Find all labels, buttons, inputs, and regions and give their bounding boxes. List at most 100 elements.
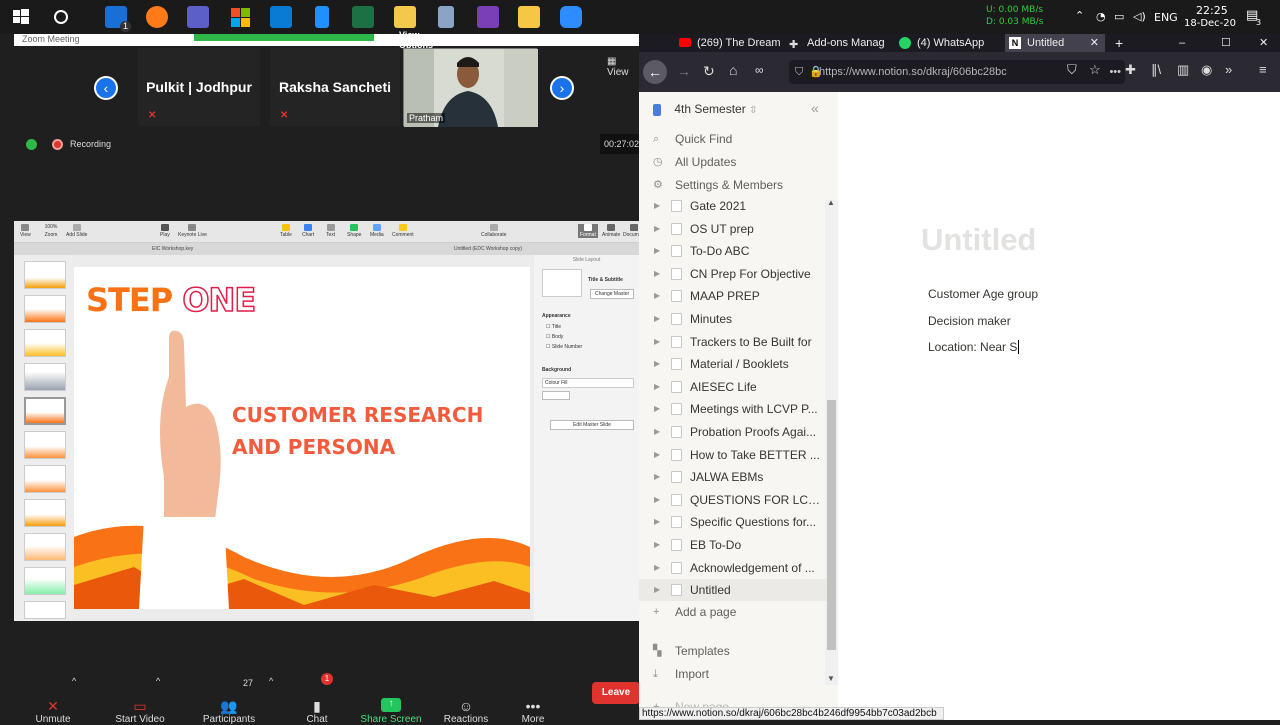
bookmark-star-icon[interactable]: ☆	[1089, 62, 1101, 78]
phone-link-icon[interactable]	[315, 6, 329, 28]
tab-youtube[interactable]: (269) The Dream	[675, 34, 785, 52]
prev-page-arrow-icon[interactable]: ‹	[94, 76, 118, 100]
onenote-icon[interactable]	[477, 6, 499, 28]
calculator-icon[interactable]	[438, 6, 454, 28]
slide-thumbnail[interactable]	[24, 431, 66, 459]
expand-triangle-icon[interactable]: ▶	[654, 489, 660, 511]
kn-media-button[interactable]: Media	[370, 224, 384, 238]
kn-play-button[interactable]: Play	[160, 224, 170, 238]
wifi-icon[interactable]: ◔	[1096, 10, 1106, 23]
colour-fill-select[interactable]: Colour Fill	[542, 378, 634, 388]
library-icon[interactable]: ∥\	[1151, 62, 1161, 78]
minimize-icon[interactable]: –	[1175, 34, 1185, 52]
expand-triangle-icon[interactable]: ▶	[654, 376, 660, 398]
expand-triangle-icon[interactable]: ▶	[654, 421, 660, 443]
video-options-chevron-icon[interactable]: ^	[156, 676, 160, 686]
recording-label[interactable]: Recording	[70, 139, 111, 149]
sidebar-quick-find-button[interactable]: ⌕ Quick Find	[653, 128, 833, 150]
clock-time[interactable]: 22:25	[1196, 4, 1228, 17]
excel-icon[interactable]	[352, 6, 374, 28]
url-text[interactable]: https://www.notion.so/dkraj/606bc28bc	[819, 66, 1007, 78]
leave-button[interactable]: Leave	[592, 682, 640, 704]
pocket-icon[interactable]: ⛉	[1067, 62, 1077, 78]
new-tab-icon[interactable]: +	[1111, 34, 1123, 52]
participants-chevron-icon[interactable]: ^	[269, 676, 273, 686]
more-button[interactable]: ••• More	[510, 698, 556, 725]
expand-triangle-icon[interactable]: ▶	[654, 218, 660, 240]
current-slide[interactable]: STEP ONE CUSTOMER RESEARCH AND PERSONA	[74, 267, 530, 609]
colour-swatch[interactable]	[542, 391, 570, 400]
participant-tile-raksha[interactable]: Raksha Sancheti ✕	[270, 48, 400, 126]
page-title[interactable]: Untitled	[921, 222, 1036, 258]
volume-icon[interactable]: ◁)	[1133, 10, 1146, 23]
participants-button[interactable]: 👥 Participants	[189, 698, 269, 725]
kn-shape-button[interactable]: Shape	[347, 224, 361, 238]
slide-thumbnail[interactable]	[24, 295, 66, 323]
scrollbar-thumb[interactable]	[827, 400, 836, 650]
sidebar-page-item[interactable]: ▶ How to Take BETTER ...	[639, 444, 827, 466]
vscode-icon[interactable]	[270, 6, 292, 28]
sticky-notes-icon[interactable]	[518, 6, 540, 28]
windows-start-icon[interactable]	[10, 6, 32, 28]
slide-thumbnail[interactable]	[24, 329, 66, 357]
sidebar-page-item[interactable]: ▶ Untitled	[639, 579, 827, 601]
workspace-switcher[interactable]: 4th Semester ⇳	[653, 98, 757, 120]
kn-keynote-live-button[interactable]: Keynote Live	[178, 224, 207, 238]
kn-chart-button[interactable]: Chart	[302, 224, 314, 238]
scroll-up-icon[interactable]: ▲	[827, 198, 835, 207]
sidebar-page-item[interactable]: ▶ Acknowledgement of ...	[639, 557, 827, 579]
battery-icon[interactable]: ▭	[1114, 10, 1124, 23]
kn-collaborate-button[interactable]: Collaborate	[481, 224, 507, 238]
shield-icon[interactable]: ⛉	[795, 60, 803, 84]
back-icon[interactable]: ←	[643, 60, 667, 84]
audio-options-chevron-icon[interactable]: ^	[72, 676, 76, 686]
slide-thumbnail[interactable]	[24, 261, 66, 289]
slide-thumbnail[interactable]	[24, 567, 66, 595]
maximize-icon[interactable]: ☐	[1217, 34, 1231, 52]
extensions-icon[interactable]: ✚	[1125, 62, 1136, 78]
expand-triangle-icon[interactable]: ▶	[654, 195, 660, 217]
expand-triangle-icon[interactable]: ▶	[654, 511, 660, 533]
sidebar-page-item[interactable]: ▶ Material / Booklets	[639, 353, 827, 375]
expand-triangle-icon[interactable]: ▶	[654, 263, 660, 285]
view-options-label[interactable]: View Options	[399, 30, 433, 50]
sidebar-page-item[interactable]: ▶ To-Do ABC	[639, 240, 827, 262]
encryption-shield-icon[interactable]	[26, 139, 37, 150]
sidebar-page-item[interactable]: ▶ Probation Proofs Agai...	[639, 421, 827, 443]
sidebar-page-item[interactable]: ▶ AIESEC Life	[639, 376, 827, 398]
sidebar-page-item[interactable]: ▶ QUESTIONS FOR LCV...	[639, 489, 827, 511]
body-checkbox[interactable]: ☐ Body	[546, 334, 563, 340]
sidebar-page-item[interactable]: ▶ Meetings with LCVP P...	[639, 398, 827, 420]
extension-mask-icon[interactable]: ∞	[755, 63, 764, 77]
layout-preview[interactable]	[542, 269, 582, 297]
overflow-chevron-icon[interactable]: »	[1225, 62, 1232, 77]
slide-number-checkbox[interactable]: ☐ Slide Number	[546, 344, 582, 350]
change-master-button[interactable]: Change Master	[590, 289, 635, 299]
expand-triangle-icon[interactable]: ▶	[654, 240, 660, 262]
language-indicator[interactable]: ENG	[1154, 11, 1178, 24]
sidebar-page-item[interactable]: ▶ Trackers to Be Built for	[639, 331, 827, 353]
scroll-down-icon[interactable]: ▼	[827, 674, 835, 683]
page-actions-icon[interactable]: •••	[1103, 60, 1121, 84]
expand-triangle-icon[interactable]: ▶	[654, 285, 660, 307]
expand-triangle-icon[interactable]: ▶	[654, 444, 660, 466]
sidebar-page-item[interactable]: ▶ OS UT prep	[639, 218, 827, 240]
import-button[interactable]: ⤓ Import	[653, 663, 833, 685]
firefox-icon[interactable]	[146, 6, 168, 28]
slide-thumbnail[interactable]	[24, 533, 66, 561]
next-page-arrow-icon[interactable]: ›	[550, 76, 574, 100]
kn-format-button[interactable]: Format	[578, 224, 598, 238]
home-icon[interactable]: ⌂	[729, 62, 737, 78]
chat-button[interactable]: ▮ Chat	[292, 698, 342, 725]
mail-icon[interactable]: 1	[105, 6, 131, 32]
view-options-banner[interactable]: View Options	[194, 30, 433, 50]
text-block[interactable]: Decision maker	[928, 314, 1011, 328]
collapse-sidebar-icon[interactable]: «	[811, 100, 819, 116]
expand-triangle-icon[interactable]: ▶	[654, 398, 660, 420]
close-window-icon[interactable]: ✕	[1255, 34, 1268, 52]
sidebar-page-item[interactable]: ▶ Gate 2021	[639, 195, 827, 217]
tab-notion-active[interactable]: N Untitled ✕	[1005, 34, 1105, 52]
sidebar-page-item[interactable]: ▶ EB To-Do	[639, 534, 827, 556]
clock-date[interactable]: 18-Dec-20	[1184, 18, 1236, 29]
kn-tab-untitled[interactable]: Untitled (EDC Workshop copy)	[454, 246, 522, 252]
